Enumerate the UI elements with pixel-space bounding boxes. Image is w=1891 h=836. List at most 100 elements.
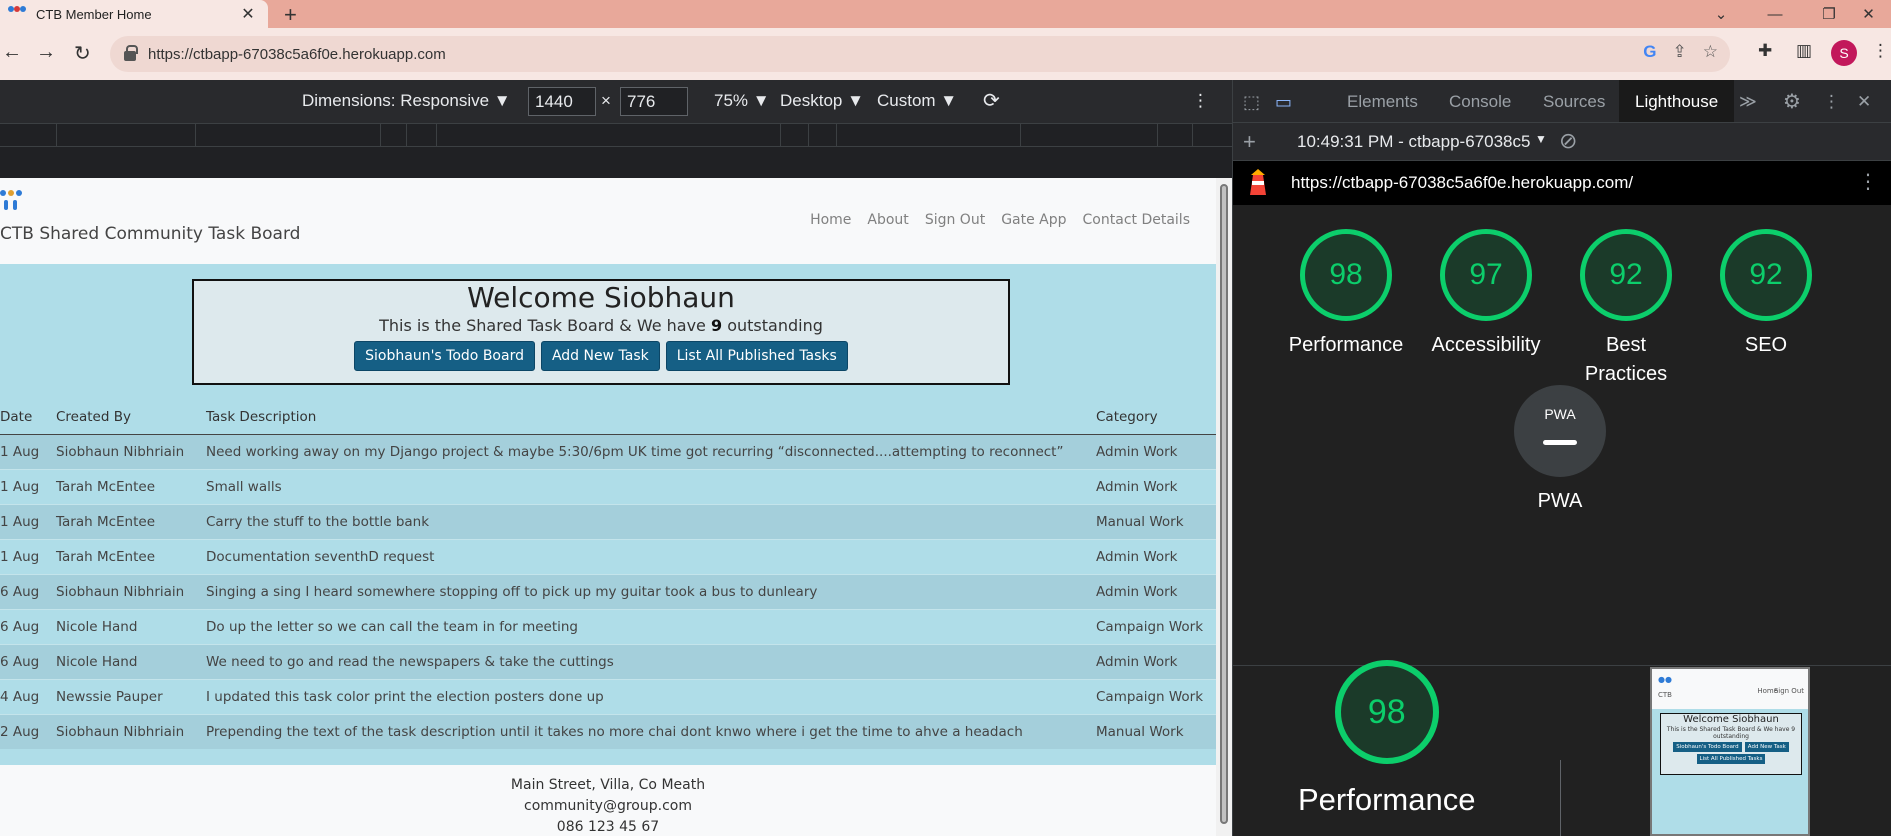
- clear-reports-icon[interactable]: ⊘: [1559, 128, 1577, 154]
- report-url-bar: https://ctbapp-67038c5a6f0e.herokuapp.co…: [1233, 161, 1891, 205]
- dimensions-select[interactable]: Dimensions: Responsive ▼: [302, 91, 511, 111]
- zoom-select[interactable]: 75% ▼: [714, 91, 770, 111]
- cell-date: 1 Aug: [0, 538, 56, 574]
- welcome-panel: Welcome Siobhaun This is the Shared Task…: [192, 279, 1010, 385]
- table-row: 1 Aug Tarah McEntee Small walls Admin Work: [0, 468, 1216, 504]
- tab-close-icon[interactable]: ✕: [240, 4, 256, 24]
- accessibility-score: 97: [1440, 229, 1532, 321]
- thumb-brand: CTB: [1658, 691, 1672, 699]
- thumb-nav-signout: Sign Out: [1773, 687, 1804, 695]
- devtools-menu-icon[interactable]: ⋮: [1823, 92, 1840, 112]
- extensions-icon[interactable]: ✚: [1758, 41, 1772, 61]
- media-query-ruler[interactable]: [0, 123, 1232, 147]
- share-icon[interactable]: ⇪: [1673, 42, 1687, 62]
- settings-gear-icon[interactable]: ⚙: [1783, 89, 1801, 114]
- cell-date: 6 Aug: [0, 573, 56, 609]
- back-icon[interactable]: ←: [2, 41, 22, 64]
- task-table: Date Created By Task Description Categor…: [0, 400, 1216, 749]
- cell-date: 2 Aug: [0, 713, 56, 749]
- report-menu-icon[interactable]: ⋮: [1858, 169, 1878, 194]
- best-practices-gauge[interactable]: 92 Best Practices: [1561, 229, 1691, 389]
- more-tabs-icon[interactable]: ≫: [1739, 92, 1757, 112]
- welcome-subtitle: This is the Shared Task Board & We have …: [379, 316, 823, 335]
- browser-tab[interactable]: CTB Member Home ✕: [0, 0, 268, 28]
- todo-board-button[interactable]: Siobhaun's Todo Board: [354, 341, 535, 371]
- lighthouse-toolbar: + 10:49:31 PM - ctbapp-67038c5 ▼ ⊘: [1233, 123, 1891, 161]
- site-favicon-icon: [8, 6, 26, 22]
- rotate-icon[interactable]: ⟳: [983, 88, 1000, 113]
- final-screenshot-thumbnail[interactable]: ●● CTB Home Sign Out Welcome Siobhaun Th…: [1650, 667, 1810, 836]
- viewport-width-input[interactable]: 1440: [528, 87, 596, 116]
- nav-contact-details[interactable]: Contact Details: [1075, 212, 1198, 228]
- tab-sources[interactable]: Sources: [1543, 92, 1605, 112]
- cell-category: Manual Work: [1096, 713, 1216, 749]
- address-bar[interactable]: https://ctbapp-67038c5a6f0e.herokuapp.co…: [110, 36, 1730, 72]
- browser-tab-strip: CTB Member Home ✕ + ⌄ — ❐ ✕: [0, 0, 1891, 28]
- col-created-by: Created By: [56, 400, 206, 435]
- cell-description: Prepending the text of the task descript…: [206, 713, 1096, 749]
- footer-phone: 086 123 45 67: [556, 819, 660, 835]
- tab-console[interactable]: Console: [1449, 92, 1511, 112]
- google-lens-icon[interactable]: G: [1643, 42, 1656, 62]
- address-url[interactable]: https://ctbapp-67038c5a6f0e.herokuapp.co…: [148, 46, 446, 63]
- close-window-button[interactable]: ✕: [1846, 0, 1891, 28]
- page-scrollbar[interactable]: [1216, 178, 1232, 836]
- site-footer: Main Street, Villa, Co Meath community@g…: [0, 765, 1216, 836]
- profile-avatar[interactable]: S: [1831, 40, 1857, 66]
- cell-description: Carry the stuff to the bottle bank: [206, 503, 1096, 539]
- thumb-logo-icon: ●●: [1658, 675, 1672, 684]
- footer-email[interactable]: community@group.com: [0, 796, 1216, 817]
- nav-home[interactable]: Home: [802, 212, 859, 228]
- nav-about[interactable]: About: [859, 212, 916, 228]
- performance-detail-gauge[interactable]: 98 Performance: [1298, 660, 1475, 818]
- forward-icon[interactable]: →: [36, 41, 56, 64]
- performance-gauge[interactable]: 98 Performance: [1281, 229, 1411, 360]
- add-task-button[interactable]: Add New Task: [540, 341, 660, 371]
- report-url[interactable]: https://ctbapp-67038c5a6f0e.herokuapp.co…: [1291, 173, 1633, 193]
- tab-elements[interactable]: Elements: [1347, 92, 1418, 112]
- browser-toolbar: ← → ↻ https://ctbapp-67038c5a6f0e.heroku…: [0, 28, 1891, 80]
- cell-created-by: Tarah McEntee: [56, 503, 206, 539]
- cell-date: 1 Aug: [0, 433, 56, 469]
- cell-date: 4 Aug: [0, 678, 56, 714]
- bookmark-star-icon[interactable]: ☆: [1703, 42, 1718, 62]
- performance-label: Performance: [1288, 334, 1404, 356]
- throttle-select[interactable]: Custom ▼: [877, 91, 957, 111]
- pwa-gauge[interactable]: PWA PWA: [1495, 385, 1625, 516]
- cell-created-by: Siobhaun Nibhriain: [56, 713, 206, 749]
- new-tab-button[interactable]: +: [284, 2, 297, 28]
- cell-created-by: Siobhaun Nibhriain: [56, 573, 206, 609]
- device-type-select[interactable]: Desktop ▼: [780, 91, 864, 111]
- list-published-button[interactable]: List All Published Tasks: [665, 341, 848, 371]
- tab-search-icon[interactable]: ⌄: [1694, 0, 1748, 28]
- seo-label: SEO: [1744, 334, 1788, 356]
- devtools-close-icon[interactable]: ✕: [1857, 92, 1871, 112]
- reload-icon[interactable]: ↻: [74, 41, 91, 66]
- site-brand[interactable]: CTB Shared Community Task Board: [0, 224, 300, 244]
- viewport-height-input[interactable]: 776: [620, 87, 688, 116]
- cell-category: Manual Work: [1096, 503, 1216, 539]
- community-logo-icon[interactable]: [0, 190, 26, 212]
- performance-score: 98: [1300, 229, 1392, 321]
- tab-lighthouse[interactable]: Lighthouse: [1619, 80, 1735, 122]
- best-practices-label: Best Practices: [1584, 334, 1668, 385]
- nav-gate-app[interactable]: Gate App: [993, 212, 1074, 228]
- nav-sign-out[interactable]: Sign Out: [917, 212, 993, 228]
- seo-gauge[interactable]: 92 SEO: [1701, 229, 1831, 360]
- report-selector[interactable]: 10:49:31 PM - ctbapp-67038c5: [1297, 132, 1530, 152]
- accessibility-gauge[interactable]: 97 Accessibility: [1421, 229, 1551, 360]
- new-report-icon[interactable]: +: [1243, 129, 1256, 155]
- viewport-gutter: [0, 147, 1232, 178]
- performance-detail-score: 98: [1334, 660, 1439, 764]
- side-panel-icon[interactable]: ▥: [1796, 41, 1812, 61]
- minimize-button[interactable]: —: [1748, 0, 1802, 28]
- welcome-title: Welcome Siobhaun: [467, 281, 735, 314]
- device-toolbar-menu-icon[interactable]: ⋮: [1192, 91, 1209, 111]
- inspect-element-icon[interactable]: ⬚: [1243, 92, 1260, 113]
- outstanding-count: 9: [710, 316, 723, 335]
- browser-menu-icon[interactable]: ⋮: [1872, 41, 1889, 61]
- lock-icon[interactable]: [124, 45, 138, 61]
- device-toggle-icon[interactable]: ▭: [1275, 92, 1292, 113]
- report-dropdown-icon[interactable]: ▼: [1535, 132, 1547, 146]
- device-toolbar: Dimensions: Responsive ▼ 1440 × 776 75% …: [0, 80, 1232, 123]
